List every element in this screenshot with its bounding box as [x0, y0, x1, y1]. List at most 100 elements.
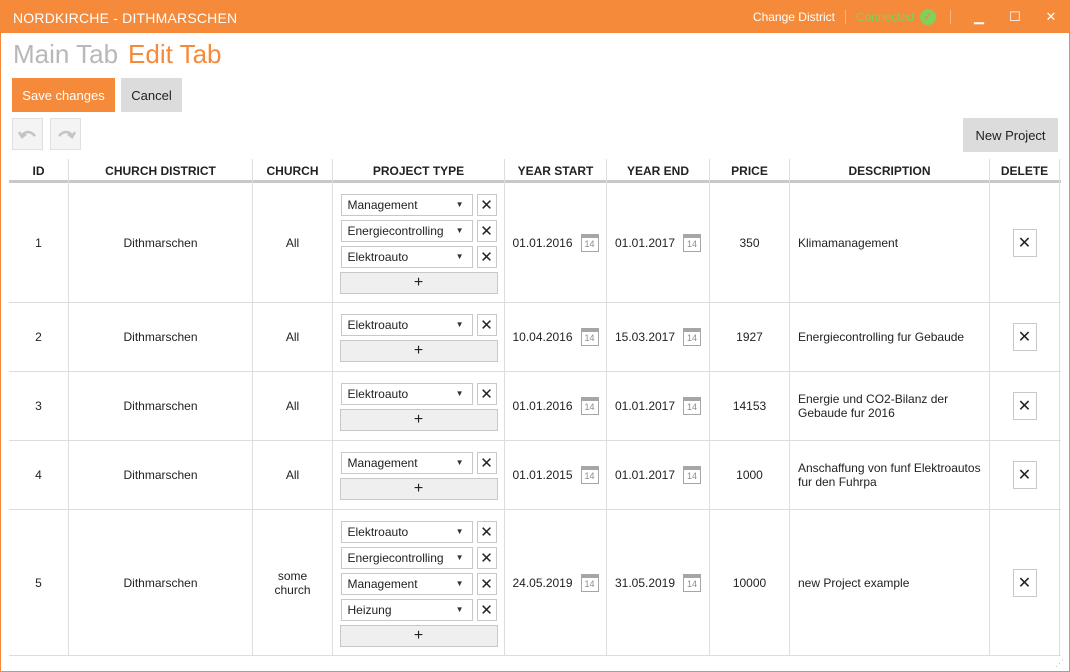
calendar-icon[interactable]: 14	[683, 573, 702, 592]
tab-main[interactable]: Main Tab	[13, 39, 118, 69]
calendar-icon[interactable]: 14	[580, 233, 599, 252]
new-project-button[interactable]: New Project	[963, 118, 1058, 152]
resize-grip[interactable]: ⋰	[1055, 658, 1065, 668]
calendar-icon[interactable]: 14	[683, 397, 702, 415]
dropdown-arrow-icon[interactable]: ▼	[456, 458, 464, 467]
year-start-picker-value[interactable]: 01.01.2016	[512, 399, 572, 413]
project-type-select[interactable]: Management ▼	[340, 193, 473, 216]
dropdown-arrow-icon[interactable]: ▼	[456, 252, 464, 261]
tab-edit[interactable]: Edit Tab	[128, 39, 221, 69]
year-start-picker[interactable]: 24.05.2019 14	[512, 573, 599, 592]
remove-project-type-button[interactable]: ✕	[476, 245, 497, 268]
cancel-button[interactable]: Cancel	[121, 78, 182, 112]
add-project-type-button[interactable]: +	[339, 340, 498, 362]
dropdown-arrow-icon[interactable]: ▼	[456, 579, 464, 588]
calendar-icon[interactable]: 14	[683, 328, 702, 346]
remove-project-type-button[interactable]: ✕	[476, 193, 497, 216]
calendar-icon[interactable]: 14	[683, 233, 702, 252]
year-end-picker[interactable]: 01.01.2017 14	[615, 397, 702, 415]
remove-project-type-button[interactable]: ✕	[476, 572, 497, 595]
year-end-picker-value[interactable]: 01.01.2017	[615, 468, 675, 482]
minimize-button[interactable]: ▁	[961, 1, 997, 33]
project-type-select[interactable]: Energiecontrolling ▼	[340, 546, 473, 569]
calendar-icon[interactable]: 14	[580, 397, 599, 415]
year-start-picker[interactable]: 01.01.2015 14	[512, 466, 599, 484]
remove-project-type-button[interactable]: ✕	[476, 219, 497, 242]
redo-button[interactable]	[50, 118, 81, 150]
project-type-select[interactable]: Elektroauto ▼	[340, 520, 473, 543]
year-end-picker-value[interactable]: 01.01.2017	[615, 399, 675, 413]
project-type-select[interactable]: Elektroauto ▼	[340, 383, 473, 405]
save-changes-button[interactable]: Save changes	[12, 78, 115, 112]
undo-button[interactable]	[12, 118, 43, 150]
row-id: 3	[35, 399, 42, 413]
add-project-type-button[interactable]: +	[339, 271, 498, 294]
col-price-header[interactable]: PRICE	[710, 159, 790, 183]
close-window-button[interactable]: ✕	[1033, 1, 1069, 33]
remove-project-type-button[interactable]: ✕	[476, 383, 497, 405]
remove-project-type-button[interactable]: ✕	[476, 452, 497, 474]
delete-row-button[interactable]: ✕	[1012, 323, 1037, 351]
projects-table: ID CHURCH DISTRICT CHURCH PROJECT TYPE YEAR …	[9, 159, 1061, 656]
year-start-picker-value[interactable]: 10.04.2016	[512, 330, 572, 344]
delete-row-button[interactable]: ✕	[1012, 568, 1037, 597]
remove-project-type-button[interactable]: ✕	[476, 520, 497, 543]
dropdown-arrow-icon[interactable]: ▼	[456, 605, 464, 614]
col-year-end-header[interactable]: YEAR END	[607, 159, 710, 183]
remove-project-type-button[interactable]: ✕	[476, 546, 497, 569]
year-start-picker-value[interactable]: 24.05.2019	[512, 576, 572, 590]
year-end-picker[interactable]: 01.01.2017 14	[615, 466, 702, 484]
col-project-type-header[interactable]: PROJECT TYPE	[333, 159, 505, 183]
project-type-select[interactable]: Elektroauto ▼	[340, 245, 473, 268]
year-start-picker[interactable]: 01.01.2016 14	[512, 397, 599, 415]
col-id-header[interactable]: ID	[9, 159, 69, 183]
project-type-item: Management ▼ ✕	[340, 193, 497, 216]
add-project-type-button[interactable]: +	[339, 624, 498, 647]
dropdown-arrow-icon[interactable]: ▼	[456, 527, 464, 536]
calendar-icon[interactable]: 14	[580, 328, 599, 346]
maximize-button[interactable]: ☐	[997, 1, 1033, 33]
col-description-header[interactable]: DESCRIPTION	[790, 159, 990, 183]
calendar-icon[interactable]: 14	[683, 466, 702, 484]
col-delete-header[interactable]: DELETE	[990, 159, 1060, 183]
project-type-select[interactable]: Energiecontrolling ▼	[340, 219, 473, 242]
project-type-item: Heizung ▼ ✕	[340, 598, 497, 621]
project-type-value: Elektroauto	[347, 249, 409, 264]
project-type-select[interactable]: Management ▼	[340, 452, 473, 474]
col-church-header[interactable]: CHURCH	[253, 159, 333, 183]
dropdown-arrow-icon[interactable]: ▼	[456, 200, 464, 209]
year-start-picker-value[interactable]: 01.01.2016	[512, 236, 572, 250]
year-start-picker-value[interactable]: 01.01.2015	[512, 468, 572, 482]
project-type-item: Energiecontrolling ▼ ✕	[340, 546, 497, 569]
year-end-picker-value[interactable]: 01.01.2017	[615, 236, 675, 250]
project-type-select[interactable]: Heizung ▼	[340, 598, 473, 621]
project-type-select[interactable]: Management ▼	[340, 572, 473, 595]
year-end-picker[interactable]: 31.05.2019 14	[615, 573, 702, 592]
year-end-picker-value[interactable]: 15.03.2017	[615, 330, 675, 344]
delete-row-button[interactable]: ✕	[1012, 461, 1037, 489]
year-end-picker-value[interactable]: 31.05.2019	[615, 576, 675, 590]
project-type-select[interactable]: Elektroauto ▼	[340, 314, 473, 336]
add-project-type-button[interactable]: +	[339, 478, 498, 500]
remove-project-type-button[interactable]: ✕	[476, 314, 497, 336]
year-start-picker[interactable]: 10.04.2016 14	[512, 328, 599, 346]
year-end-picker[interactable]: 01.01.2017 14	[615, 233, 702, 252]
change-district-link[interactable]: Change District	[753, 10, 835, 24]
calendar-icon[interactable]: 14	[580, 466, 599, 484]
delete-row-button[interactable]: ✕	[1012, 228, 1037, 257]
dropdown-arrow-icon[interactable]: ▼	[456, 226, 464, 235]
dropdown-arrow-icon[interactable]: ▼	[456, 389, 464, 398]
delete-row-button[interactable]: ✕	[1012, 392, 1037, 420]
project-type-value: Elektroauto	[347, 318, 409, 332]
project-type-value: Management	[347, 456, 418, 470]
col-church-district-header[interactable]: CHURCH DISTRICT	[69, 159, 253, 183]
calendar-icon[interactable]: 14	[580, 573, 599, 592]
dropdown-arrow-icon[interactable]: ▼	[456, 553, 464, 562]
col-year-start-header[interactable]: YEAR START	[505, 159, 607, 183]
dropdown-arrow-icon[interactable]: ▼	[456, 320, 464, 329]
year-start-picker[interactable]: 01.01.2016 14	[512, 233, 599, 252]
col-project-type-cell: Elektroauto ▼ ✕ +	[333, 303, 505, 371]
add-project-type-button[interactable]: +	[339, 409, 498, 431]
remove-project-type-button[interactable]: ✕	[476, 598, 497, 621]
year-end-picker[interactable]: 15.03.2017 14	[615, 328, 702, 346]
